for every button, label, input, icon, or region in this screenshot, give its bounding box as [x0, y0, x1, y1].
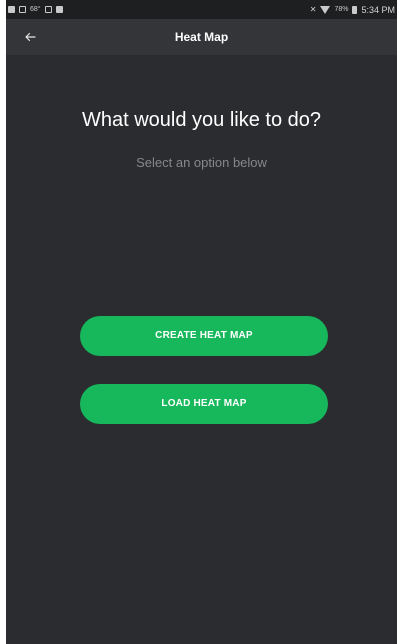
- status-left-icons: 68°: [8, 6, 63, 13]
- clock-time: 5:34 PM: [361, 4, 395, 15]
- prompt-subheading: Select an option below: [136, 155, 267, 170]
- app-screen: 68° ✕ 78% 5:34 PM Heat Map What would yo…: [6, 0, 397, 644]
- gallery-notification-icon: [44, 6, 52, 13]
- app-bar: Heat Map: [6, 19, 397, 55]
- temperature-text: 68°: [30, 6, 41, 13]
- status-right-icons: ✕ 78% 5:34 PM: [310, 5, 395, 15]
- create-heat-map-button[interactable]: CREATE HEAT MAP: [80, 316, 328, 356]
- image-notification-icon: [19, 6, 26, 13]
- mute-icon: ✕: [309, 5, 317, 14]
- facebook-notification-icon: [8, 6, 15, 13]
- wifi-icon: [320, 5, 331, 14]
- prompt-heading: What would you like to do?: [81, 109, 322, 131]
- status-bar: 68° ✕ 78% 5:34 PM: [6, 0, 397, 19]
- load-heat-map-button[interactable]: LOAD HEAT MAP: [80, 384, 328, 424]
- battery-icon: [352, 5, 358, 14]
- page-title: Heat Map: [174, 30, 229, 44]
- media-notification-icon: [55, 6, 63, 13]
- battery-percent: 78%: [334, 6, 349, 13]
